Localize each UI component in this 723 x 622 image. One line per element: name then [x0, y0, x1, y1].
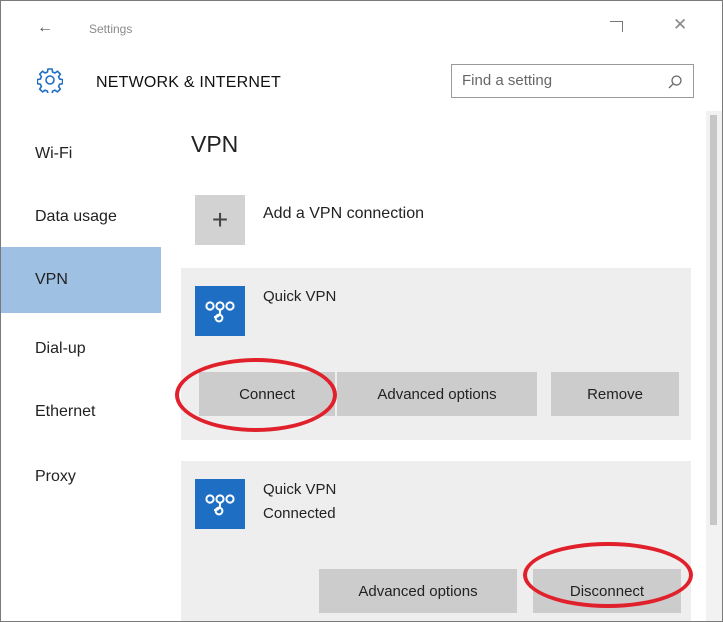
plus-icon: +: [211, 204, 229, 235]
sidebar-item-data-usage[interactable]: Data usage: [1, 184, 161, 250]
settings-header: NETWORK & INTERNET: [1, 53, 722, 111]
vpn-connection-card[interactable]: Quick VPN Connect Advanced options Remov…: [181, 268, 691, 440]
gear-icon: [37, 68, 63, 93]
sidebar-item-ethernet[interactable]: Ethernet: [1, 379, 161, 445]
sidebar-item-label: Proxy: [35, 468, 76, 485]
vpn-tile: [195, 286, 245, 336]
search-box[interactable]: [451, 64, 694, 98]
close-icon[interactable]: ✕: [673, 15, 687, 35]
vpn-connection-card[interactable]: Quick VPN Connected Advanced options Dis…: [181, 461, 691, 621]
search-icon[interactable]: [667, 74, 683, 90]
advanced-options-button[interactable]: Advanced options: [319, 569, 517, 613]
section-title: NETWORK & INTERNET: [96, 74, 281, 91]
vpn-name: Quick VPN: [263, 288, 337, 305]
page-title: VPN: [191, 131, 239, 157]
scrollbar[interactable]: [706, 111, 722, 621]
arrow-left-icon[interactable]: ←: [37, 19, 53, 37]
vpn-icon: [205, 494, 235, 516]
add-vpn-connection-button[interactable]: + Add a VPN connection: [195, 195, 595, 253]
window-title: Settings: [89, 22, 133, 36]
disconnect-button[interactable]: Disconnect: [533, 569, 681, 613]
vpn-tile: [195, 479, 245, 529]
sidebar-item-proxy[interactable]: Proxy: [1, 444, 161, 510]
title-bar: ← Settings ✕: [1, 1, 722, 53]
sidebar-item-vpn[interactable]: VPN: [1, 247, 161, 313]
sidebar-item-label: Data usage: [35, 208, 117, 225]
advanced-options-button[interactable]: Advanced options: [337, 372, 537, 416]
vpn-icon: [205, 301, 235, 323]
add-vpn-tile: +: [195, 195, 245, 245]
sidebar-item-label: VPN: [35, 271, 68, 288]
search-input[interactable]: [462, 72, 652, 89]
sidebar-item-label: Dial-up: [35, 340, 86, 357]
connect-button[interactable]: Connect: [199, 372, 335, 416]
settings-window: ← Settings ✕ NETWORK & INTERNET Wi-Fi Da…: [0, 0, 723, 622]
remove-button[interactable]: Remove: [551, 372, 679, 416]
vpn-status: Connected: [263, 505, 336, 522]
vpn-settings-panel: VPN + Add a VPN connection Quick VPN Con…: [161, 111, 706, 621]
add-vpn-label: Add a VPN connection: [263, 205, 424, 222]
sidebar-item-label: Ethernet: [35, 403, 96, 420]
restore-icon[interactable]: [610, 21, 623, 32]
sidebar-item-wifi[interactable]: Wi-Fi: [1, 121, 161, 187]
sidebar-nav: Wi-Fi Data usage VPN Dial-up Ethernet Pr…: [1, 111, 161, 621]
sidebar-item-dial-up[interactable]: Dial-up: [1, 316, 161, 382]
vpn-name: Quick VPN: [263, 481, 337, 498]
scrollbar-thumb[interactable]: [710, 115, 717, 525]
sidebar-item-label: Wi-Fi: [35, 145, 73, 162]
